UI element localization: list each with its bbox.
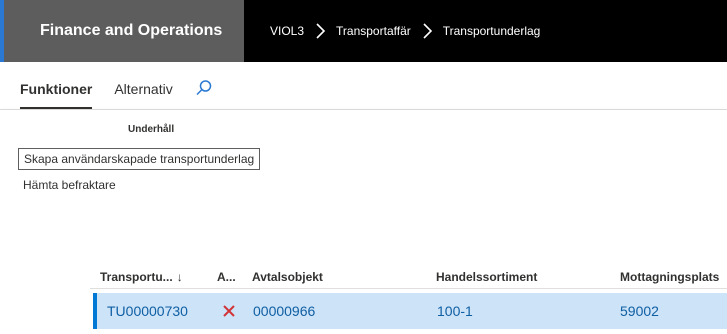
cell-avtalsobjekt[interactable]: 00000966 — [253, 303, 315, 319]
search-icon[interactable] — [195, 79, 213, 109]
column-header-handelssortiment[interactable]: Handelssortiment — [436, 270, 537, 284]
column-header-avtalsobjekt[interactable]: Avtalsobjekt — [252, 270, 323, 284]
menu-group-header: Underhåll — [128, 124, 175, 135]
cell-handelssortiment: 100-1 — [437, 303, 473, 319]
close-icon — [223, 305, 235, 317]
action-pane: Funktioner Alternativ — [0, 62, 727, 110]
breadcrumb-item-company[interactable]: VIOL3 — [270, 24, 304, 38]
grid-header-row: Transportu... ↓ A... Avtalsobjekt Handels… — [90, 267, 727, 289]
menu-item-fetch-shipper[interactable]: Hämta befraktare — [18, 175, 121, 195]
action-flyout-menu: Underhåll Skapa användarskapade transpor… — [0, 110, 727, 267]
tab-funktioner[interactable]: Funktioner — [20, 81, 93, 109]
app-title[interactable]: Finance and Operations — [0, 0, 244, 62]
cell-mottagningsplats: 59002 — [620, 303, 659, 319]
top-nav-bar: Finance and Operations VIOL3 Transportaf… — [0, 0, 727, 62]
chevron-right-icon — [421, 23, 433, 39]
chevron-right-icon — [314, 23, 326, 39]
table-row[interactable]: TU00000730 00000966 100-1 59002 — [93, 293, 727, 329]
tab-alternativ[interactable]: Alternativ — [114, 81, 172, 109]
column-header-a[interactable]: A... — [217, 270, 236, 284]
breadcrumb-item-page[interactable]: Transportunderlag — [443, 24, 541, 38]
transport-grid: Transportu... ↓ A... Avtalsobjekt Handels… — [0, 267, 727, 334]
menu-item-create-user-transport-docs[interactable]: Skapa användarskapade transportunderlag — [18, 148, 261, 170]
column-header-mottagningsplats[interactable]: Mottagningsplats — [620, 270, 719, 284]
column-header-transport[interactable]: Transportu... ↓ — [100, 270, 183, 284]
cell-transport-id[interactable]: TU00000730 — [107, 303, 188, 319]
breadcrumb: VIOL3 Transportaffär Transportunderlag — [270, 23, 540, 39]
breadcrumb-item-module[interactable]: Transportaffär — [336, 24, 411, 38]
sort-down-icon[interactable]: ↓ — [177, 270, 183, 284]
